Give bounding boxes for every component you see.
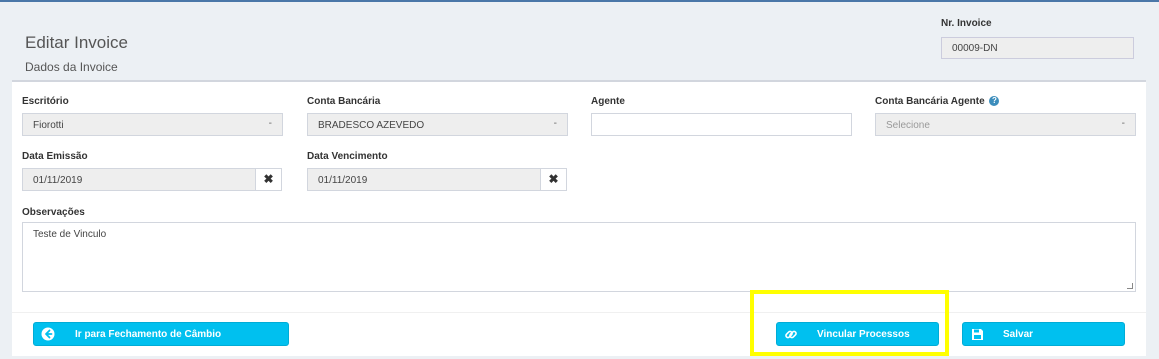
conta-bancaria-value: BRADESCO AZEVEDO <box>318 120 425 131</box>
conta-agente-placeholder: Selecione <box>886 120 930 131</box>
escritorio-label: Escritório <box>22 96 69 107</box>
select-caret-icon: - <box>553 118 557 129</box>
floppy-disk-icon <box>969 326 985 342</box>
clear-data-vencimento-button[interactable]: ✖ <box>540 168 567 191</box>
close-icon: ✖ <box>548 172 559 186</box>
clear-data-emissao-button[interactable]: ✖ <box>255 168 282 191</box>
help-icon[interactable]: ? <box>989 96 1000 107</box>
data-vencimento-label: Data Vencimento <box>307 151 388 162</box>
conta-agente-label-wrap: Conta Bancária Agente ? <box>875 96 1000 107</box>
data-vencimento-input[interactable]: 01/11/2019 <box>307 168 541 191</box>
fechamento-cambio-button[interactable]: Ir para Fechamento de Câmbio <box>33 322 289 346</box>
page-title: Editar Invoice <box>25 33 128 52</box>
resize-handle-icon[interactable] <box>1127 283 1133 289</box>
highlight-box <box>750 290 949 356</box>
close-icon: ✖ <box>263 172 274 186</box>
select-caret-icon: - <box>268 118 272 129</box>
conta-agente-select[interactable]: Selecione - <box>875 113 1136 136</box>
fechamento-cambio-label: Ir para Fechamento de Câmbio <box>75 329 222 340</box>
page-subtitle: Dados da Invoice <box>25 60 118 74</box>
footer-divider <box>12 312 1146 313</box>
agente-label: Agente <box>591 96 625 107</box>
arrow-left-circle-icon <box>40 326 56 342</box>
data-emissao-input[interactable]: 01/11/2019 <box>22 168 256 191</box>
conta-bancaria-label: Conta Bancária <box>307 96 381 107</box>
conta-agente-label: Conta Bancária Agente <box>875 96 985 107</box>
nr-invoice-field: 00009-DN <box>941 37 1134 59</box>
nr-invoice-label: Nr. Invoice <box>941 18 992 29</box>
invoice-form-panel: Escritório Fiorotti - Conta Bancária BRA… <box>12 80 1146 356</box>
observacoes-label: Observações <box>22 207 85 218</box>
observacoes-textarea[interactable]: Teste de Vinculo <box>22 222 1136 292</box>
data-emissao-label: Data Emissão <box>22 151 88 162</box>
escritorio-select[interactable]: Fiorotti - <box>22 113 283 136</box>
conta-bancaria-select[interactable]: BRADESCO AZEVEDO - <box>307 113 568 136</box>
select-caret-icon: - <box>1121 118 1125 129</box>
salvar-label: Salvar <box>1003 329 1034 340</box>
observacoes-text: Teste de Vinculo <box>33 229 107 240</box>
escritorio-value: Fiorotti <box>33 120 64 131</box>
page-header: Editar Invoice Dados da Invoice Nr. Invo… <box>0 2 1159 80</box>
agente-input[interactable] <box>591 113 852 136</box>
salvar-button[interactable]: Salvar <box>962 322 1125 346</box>
